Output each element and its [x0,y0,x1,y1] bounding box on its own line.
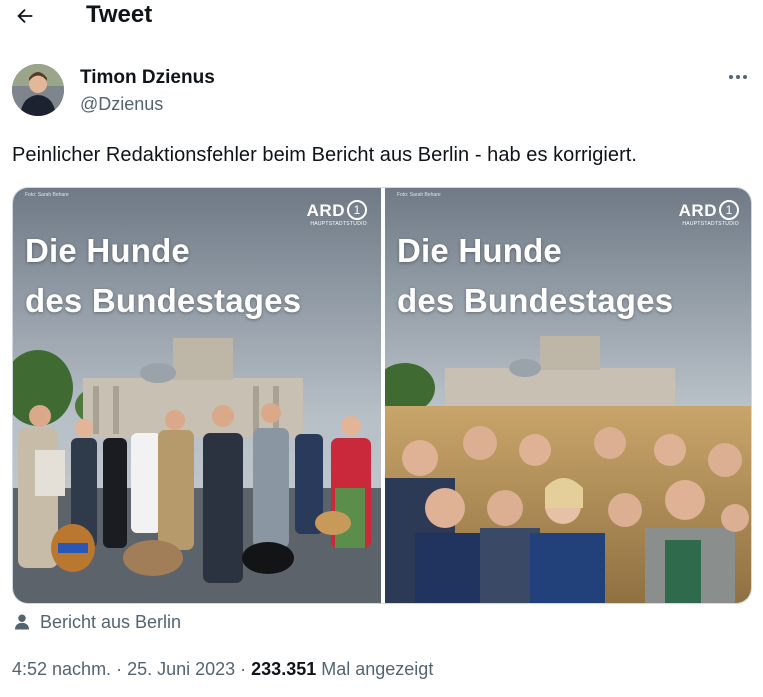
tweet-author: Timon Dzienus @Dzienus [12,64,752,120]
tweet-time[interactable]: 4:52 nachm. [12,659,111,679]
image-title-overlay: Die Hunde des Bundestages [397,232,674,319]
tweet-media: Foto: Sarah Behare ARD 1 HAUPTSTADTSTUDIO… [12,187,752,604]
page-title: Tweet [86,1,153,28]
header-bar: Tweet [0,0,763,34]
avatar[interactable] [12,64,64,116]
media-photo-original[interactable]: Foto: Sarah Behare ARD 1 HAUPTSTADTSTUDIO… [13,188,381,603]
arrow-left-icon [17,8,33,24]
ard-logo: ARD 1 HAUPTSTADTSTUDIO [678,200,739,227]
ard-logo: ARD 1 HAUPTSTADTSTUDIO [306,200,367,227]
tweet-text: Peinlicher Redaktionsfehler beim Bericht… [12,144,637,166]
source-label: Bericht aus Berlin [40,611,182,632]
author-handle[interactable]: @Dzienus [80,94,163,115]
photo-credit: Foto: Sarah Behare [25,192,69,198]
tagged-source[interactable]: Bericht aus Berlin [12,611,181,633]
more-horizontal-icon [729,75,733,79]
image-title-overlay: Die Hunde des Bundestages [25,232,302,319]
view-count: 233.351 [251,659,317,679]
person-icon [14,614,30,630]
more-options-button[interactable] [724,66,752,88]
views-label: Mal angezeigt [321,659,434,679]
separator: · [235,659,252,679]
tweet-date[interactable]: 25. Juni 2023 [127,659,235,679]
media-photo-corrected[interactable]: Foto: Sarah Behare ARD 1 HAUPTSTADTSTUDIO… [385,188,751,603]
tweet-meta: 4:52 nachm. · 25. Juni 2023 · 233.351 Ma… [12,659,433,680]
separator: · [111,659,128,679]
back-button[interactable] [10,2,40,30]
author-name[interactable]: Timon Dzienus [80,67,215,89]
photo-credit: Foto: Sarah Behare [397,192,441,198]
